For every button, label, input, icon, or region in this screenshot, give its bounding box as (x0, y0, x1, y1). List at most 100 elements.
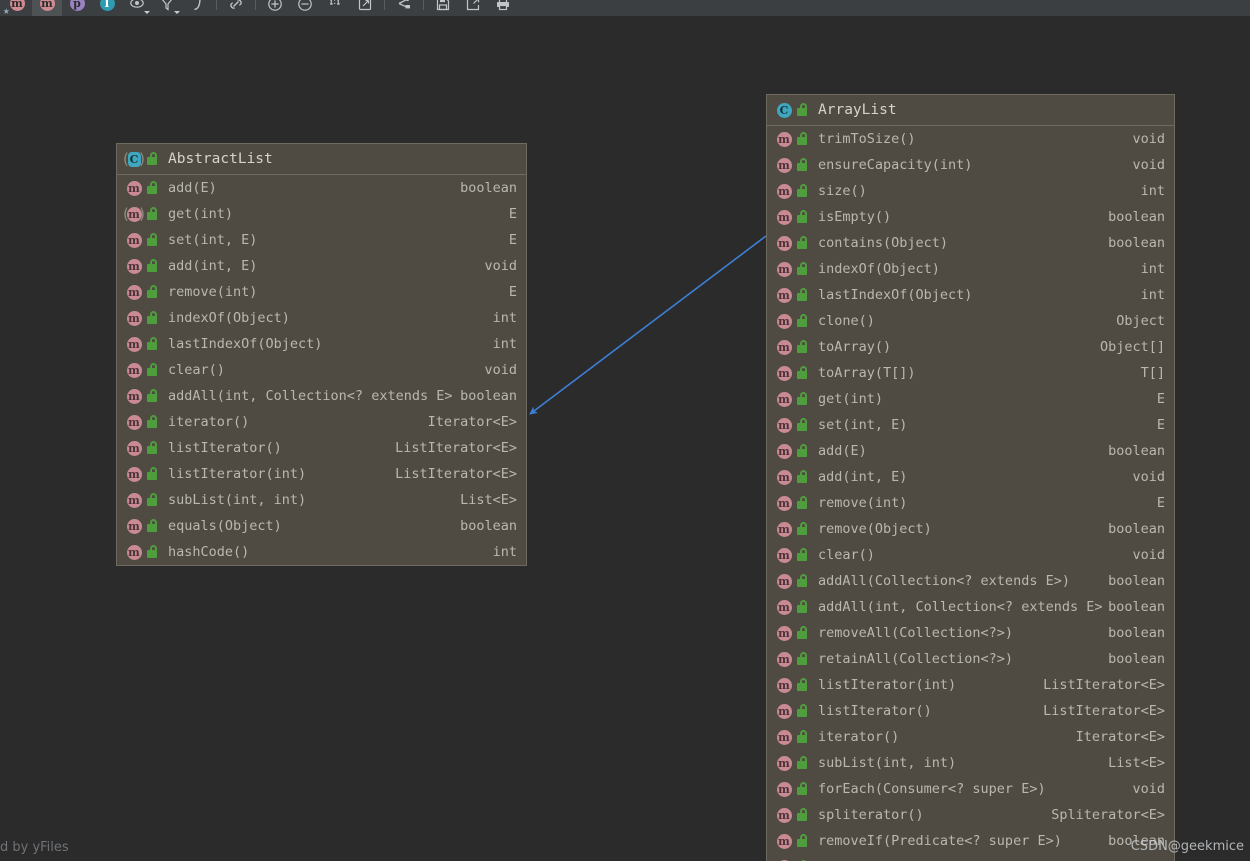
uml-member-row[interactable]: m lastIndexOf(Object) int (117, 331, 526, 357)
member-signature: get(int) (818, 391, 884, 407)
uml-member-row[interactable]: m listIterator(int) ListIterator<E> (117, 461, 526, 487)
public-unlocked-icon (797, 366, 809, 380)
member-signature: hashCode() (168, 544, 250, 560)
uml-member-row[interactable]: m (767, 854, 1174, 861)
show-non-public-members-toggle[interactable]: m ★ (2, 0, 32, 16)
uml-class-header[interactable]: C ArrayList (767, 95, 1174, 126)
uml-member-row[interactable]: m retainAll(Collection<?>) boolean (767, 646, 1174, 672)
uml-member-row[interactable]: m trimToSize() void (767, 126, 1174, 152)
uml-member-row[interactable]: m iterator() Iterator<E> (767, 724, 1174, 750)
uml-member-row[interactable]: m add(int, E) void (767, 464, 1174, 490)
uml-member-row[interactable]: m indexOf(Object) int (767, 256, 1174, 282)
uml-member-row[interactable]: m size() int (767, 178, 1174, 204)
one-to-one-icon (327, 0, 343, 12)
uml-member-row[interactable]: m remove(int) E (117, 279, 526, 305)
uml-class-node[interactable]: C() AbstractList m add(E) boolean m() get(int)… (116, 143, 527, 566)
public-unlocked-icon (797, 132, 809, 146)
inheritance-edge[interactable] (529, 235, 767, 415)
member-signature: clear() (168, 362, 225, 378)
member-signature: forEach(Consumer<? super E>) (818, 781, 1046, 797)
class-icon: C (776, 102, 792, 118)
member-signature: remove(int) (168, 284, 258, 300)
public-unlocked-icon (797, 262, 809, 276)
uml-member-row[interactable]: m remove(int) E (767, 490, 1174, 516)
public-unlocked-icon (797, 340, 809, 354)
member-signature: add(E) (168, 180, 217, 196)
edit-edge-button[interactable] (221, 0, 251, 16)
member-signature: size() (818, 183, 867, 199)
uml-member-row[interactable]: m contains(Object) boolean (767, 230, 1174, 256)
phone-curve-icon (189, 0, 205, 12)
uml-member-row[interactable]: m equals(Object) boolean (117, 513, 526, 539)
uml-member-row[interactable]: m addAll(int, Collection<? extends E>) boo… (117, 383, 526, 409)
uml-member-row[interactable]: m clear() void (767, 542, 1174, 568)
uml-class-node[interactable]: C ArrayList m trimToSize() void m ensureCapaci… (766, 94, 1175, 861)
public-unlocked-icon (147, 259, 159, 273)
apply-layout-button[interactable] (389, 0, 419, 16)
export-button[interactable] (458, 0, 488, 16)
chevron-down-icon (144, 10, 150, 14)
member-signature: equals(Object) (168, 518, 282, 534)
uml-member-row[interactable]: m remove(Object) boolean (767, 516, 1174, 542)
actual-size-button[interactable] (320, 0, 350, 16)
show-inner-classes-toggle[interactable]: I (92, 0, 122, 16)
member-signature: add(E) (818, 443, 867, 459)
visibility-level-dropdown[interactable] (122, 0, 152, 16)
uml-member-row[interactable]: m spliterator() Spliterator<E> (767, 802, 1174, 828)
method-icon: m (776, 495, 792, 511)
uml-member-row[interactable]: m listIterator() ListIterator<E> (117, 435, 526, 461)
uml-member-row[interactable]: m removeAll(Collection<?>) boolean (767, 620, 1174, 646)
uml-member-row[interactable]: m set(int, E) E (117, 227, 526, 253)
uml-member-row[interactable]: m removeIf(Predicate<? super E>) boolean (767, 828, 1174, 854)
public-unlocked-icon (147, 389, 159, 403)
uml-member-row[interactable]: m forEach(Consumer<? super E>) void (767, 776, 1174, 802)
uml-member-row[interactable]: m clone() Object (767, 308, 1174, 334)
member-signature: subList(int, int) (168, 492, 307, 508)
method-icon: m (126, 414, 142, 430)
layout-hierarchy-icon (396, 0, 412, 12)
dependencies-button[interactable] (182, 0, 212, 16)
filter-dropdown[interactable] (152, 0, 182, 16)
zoom-in-button[interactable] (260, 0, 290, 16)
show-properties-toggle[interactable]: p (62, 0, 92, 16)
diagram-canvas[interactable]: C() AbstractList m add(E) boolean m() get(int)… (0, 17, 1250, 861)
uml-member-row[interactable]: m subList(int, int) List<E> (117, 487, 526, 513)
zoom-out-button[interactable] (290, 0, 320, 16)
save-button[interactable] (428, 0, 458, 16)
fit-content-button[interactable] (350, 0, 380, 16)
method-icon: m (776, 313, 792, 329)
uml-member-row[interactable]: m toArray() Object[] (767, 334, 1174, 360)
member-return-type: int (1140, 287, 1165, 303)
uml-member-row[interactable]: m() get(int) E (117, 201, 526, 227)
uml-member-row[interactable]: m indexOf(Object) int (117, 305, 526, 331)
uml-member-row[interactable]: m clear() void (117, 357, 526, 383)
uml-member-row[interactable]: m toArray(T[]) T[] (767, 360, 1174, 386)
uml-member-row[interactable]: m isEmpty() boolean (767, 204, 1174, 230)
uml-member-row[interactable]: m hashCode() int (117, 539, 526, 565)
uml-member-row[interactable]: m add(int, E) void (117, 253, 526, 279)
uml-member-row[interactable]: m add(E) boolean (767, 438, 1174, 464)
member-return-type: ListIterator<E> (1043, 677, 1165, 693)
uml-member-row[interactable]: m add(E) boolean (117, 175, 526, 201)
uml-member-row[interactable]: m ensureCapacity(int) void (767, 152, 1174, 178)
uml-member-row[interactable]: m subList(int, int) List<E> (767, 750, 1174, 776)
method-icon: m (776, 573, 792, 589)
member-return-type: boolean (1108, 235, 1165, 251)
uml-member-row[interactable]: m get(int) E (767, 386, 1174, 412)
method-icon: m (776, 235, 792, 251)
uml-member-row[interactable]: m lastIndexOf(Object) int (767, 282, 1174, 308)
print-button[interactable] (488, 0, 518, 16)
method-icon: m (126, 232, 142, 248)
uml-member-row[interactable]: m addAll(int, Collection<? extends E>) boo… (767, 594, 1174, 620)
member-signature: iterator() (818, 729, 900, 745)
uml-member-row[interactable]: m iterator() Iterator<E> (117, 409, 526, 435)
uml-member-row[interactable]: m listIterator(int) ListIterator<E> (767, 672, 1174, 698)
uml-member-row[interactable]: m listIterator() ListIterator<E> (767, 698, 1174, 724)
public-unlocked-icon (797, 548, 809, 562)
uml-class-header[interactable]: C() AbstractList (117, 144, 526, 175)
member-return-type: void (1132, 547, 1165, 563)
uml-member-row[interactable]: m addAll(Collection<? extends E>) boolean (767, 568, 1174, 594)
uml-member-row[interactable]: m set(int, E) E (767, 412, 1174, 438)
show-methods-toggle[interactable]: m (32, 0, 62, 16)
member-signature: listIterator(int) (168, 466, 307, 482)
